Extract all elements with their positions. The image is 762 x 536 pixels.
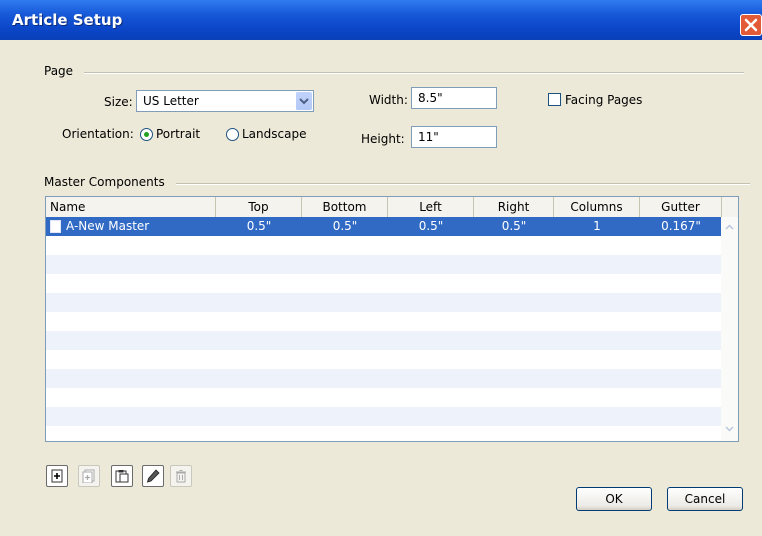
- new-master-button[interactable]: [46, 465, 68, 487]
- cell-top: 0.5": [246, 219, 272, 233]
- chevron-down-icon[interactable]: [295, 92, 312, 110]
- duplicate-master-icon: [82, 469, 95, 483]
- facing-pages-checkbox[interactable]: [548, 93, 561, 106]
- size-select[interactable]: US Letter: [136, 90, 314, 112]
- table-row-empty: [46, 274, 722, 293]
- facing-pages-label[interactable]: Facing Pages: [565, 93, 642, 107]
- column-header-top[interactable]: Top: [216, 197, 302, 217]
- height-value: 11": [418, 130, 439, 144]
- table-row-empty: [46, 350, 722, 369]
- page-group-divider: [84, 72, 744, 74]
- paste-master-button[interactable]: [111, 465, 133, 487]
- size-select-value: US Letter: [143, 94, 199, 108]
- table-row-empty: [46, 331, 722, 350]
- landscape-label[interactable]: Landscape: [242, 127, 306, 141]
- table-row-empty: [46, 293, 722, 312]
- radio-selected-dot: [144, 132, 149, 137]
- table-header: Name Top Bottom Left Right Columns Gutte…: [46, 197, 738, 218]
- portrait-radio[interactable]: [140, 128, 153, 141]
- column-header-columns[interactable]: Columns: [554, 197, 640, 217]
- landscape-radio[interactable]: [226, 128, 239, 141]
- title-bar[interactable]: Article Setup: [0, 0, 762, 40]
- width-label: Width:: [369, 93, 408, 107]
- vertical-scrollbar[interactable]: [721, 217, 738, 441]
- master-group-divider: [176, 183, 750, 185]
- column-header-gutter[interactable]: Gutter: [640, 197, 722, 217]
- table-row-empty: [46, 369, 722, 388]
- master-components-table[interactable]: Name Top Bottom Left Right Columns Gutte…: [45, 196, 739, 442]
- portrait-label[interactable]: Portrait: [156, 127, 200, 141]
- cell-bottom: 0.5": [332, 219, 358, 233]
- table-row-empty: [46, 255, 722, 274]
- width-field[interactable]: 8.5": [411, 87, 497, 109]
- cell-columns: 1: [593, 219, 601, 233]
- master-page-icon: [50, 220, 61, 233]
- cell-name: A-New Master: [66, 219, 150, 233]
- table-row-empty: [46, 426, 722, 441]
- orientation-label: Orientation:: [62, 127, 134, 141]
- cell-gutter: 0.167": [661, 219, 701, 233]
- close-button[interactable]: [740, 14, 762, 36]
- page-group-label: Page: [44, 64, 74, 78]
- close-icon: [744, 18, 758, 32]
- height-field[interactable]: 11": [411, 126, 497, 148]
- table-row-empty: [46, 388, 722, 407]
- table-row[interactable]: A-New Master 0.5" 0.5" 0.5" 0.5" 1 0.167…: [46, 217, 722, 236]
- width-value: 8.5": [418, 91, 443, 105]
- cancel-button[interactable]: Cancel: [667, 487, 743, 511]
- column-header-left[interactable]: Left: [388, 197, 474, 217]
- paste-master-icon: [115, 470, 129, 483]
- edit-master-button[interactable]: [142, 465, 164, 487]
- duplicate-master-button[interactable]: [78, 465, 100, 487]
- new-master-icon: [51, 469, 63, 483]
- cell-right: 0.5": [501, 219, 527, 233]
- ok-button[interactable]: OK: [576, 487, 652, 511]
- article-setup-dialog: Article Setup Page Size: US Letter Orien…: [0, 0, 762, 536]
- trash-icon: [176, 470, 186, 483]
- height-label: Height:: [361, 132, 405, 146]
- column-header-name[interactable]: Name: [46, 197, 216, 217]
- scroll-up-icon[interactable]: [721, 219, 738, 236]
- table-row-empty: [46, 312, 722, 331]
- table-row-empty: [46, 236, 722, 255]
- pencil-icon: [146, 469, 160, 483]
- column-header-right[interactable]: Right: [474, 197, 554, 217]
- master-components-label: Master Components: [44, 175, 165, 189]
- cell-left: 0.5": [418, 219, 444, 233]
- delete-master-button[interactable]: [170, 465, 192, 487]
- dialog-title: Article Setup: [12, 11, 123, 29]
- scroll-down-icon[interactable]: [721, 420, 738, 437]
- size-label: Size:: [104, 95, 133, 109]
- table-row-empty: [46, 407, 722, 426]
- column-header-bottom[interactable]: Bottom: [302, 197, 388, 217]
